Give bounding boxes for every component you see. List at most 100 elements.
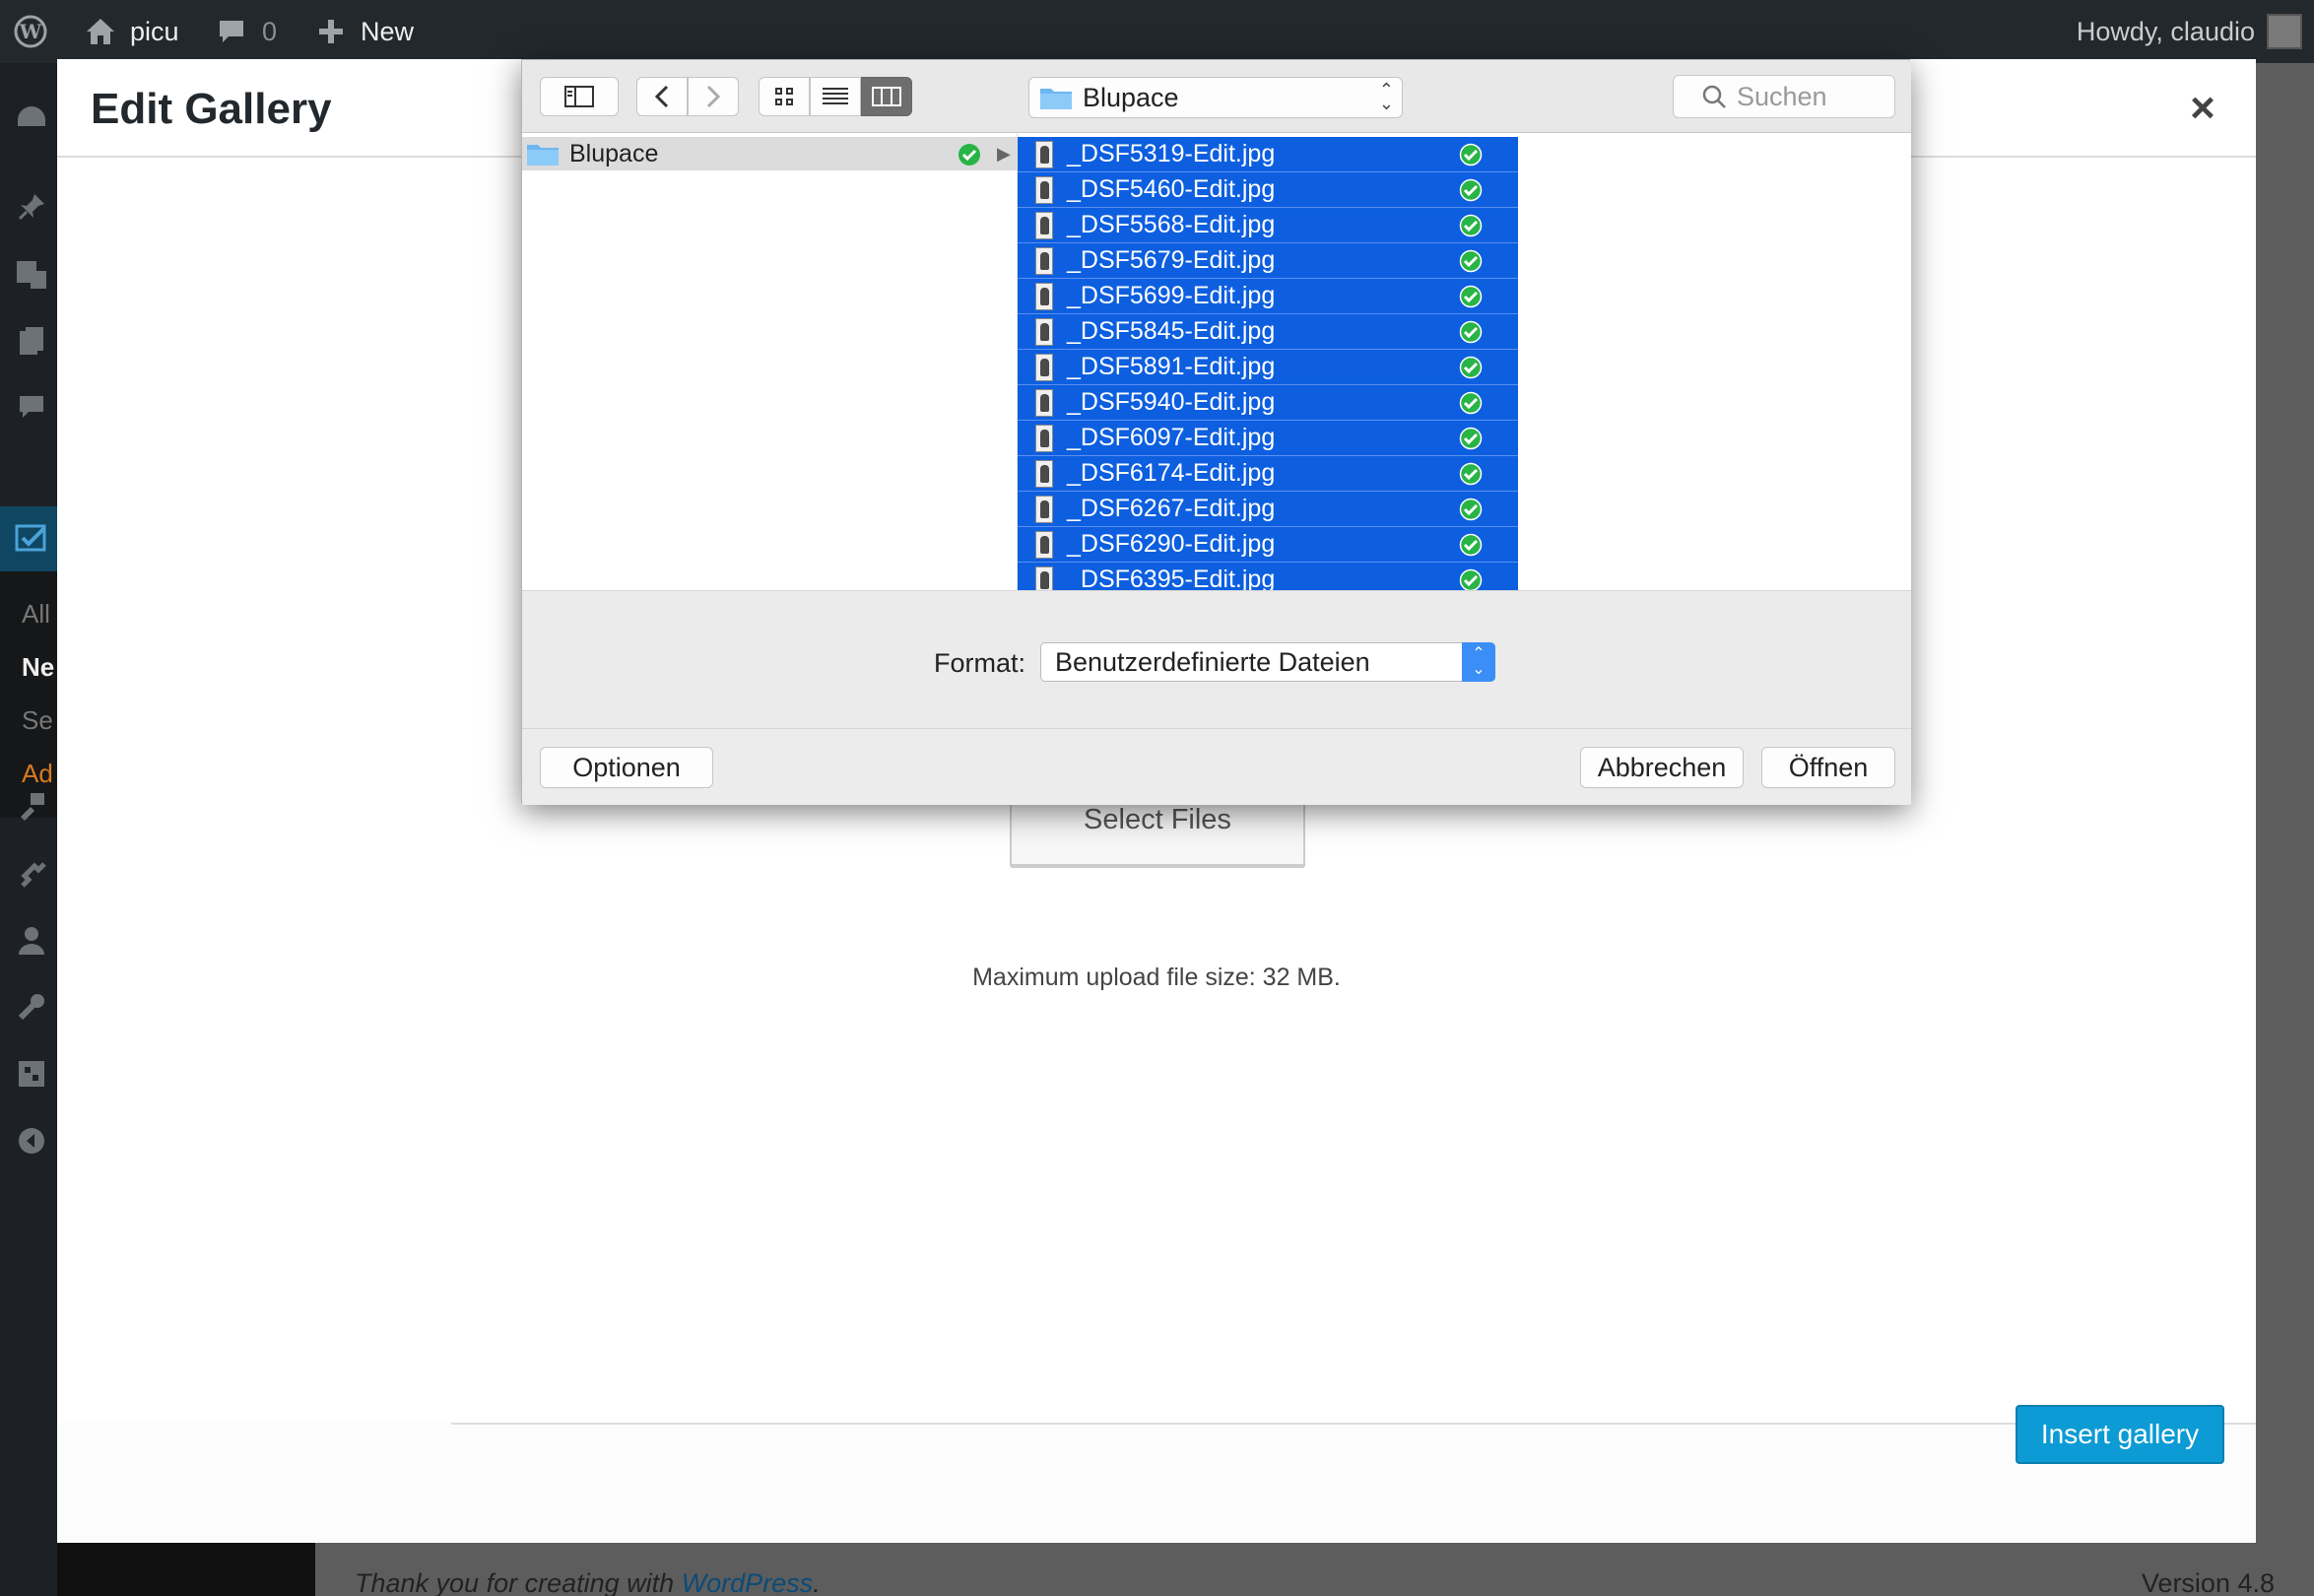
modal-toolbar-left <box>57 1423 451 1543</box>
sync-check-icon <box>1459 391 1483 415</box>
modal-title: Edit Gallery <box>91 85 332 133</box>
dialog-toolbar: Blupace ⌃ ⌄ Suchen <box>522 60 1911 133</box>
comments-link[interactable]: 0 <box>217 0 277 63</box>
file-row[interactable]: _DSF6290-Edit.jpg <box>1018 527 1518 563</box>
file-name: _DSF5568-Edit.jpg <box>1067 211 1276 238</box>
tools-icon[interactable] <box>14 989 49 1025</box>
plugins-icon[interactable] <box>14 855 49 891</box>
file-name: _DSF5940-Edit.jpg <box>1067 388 1276 416</box>
format-select[interactable]: Benutzerdefinierte Dateien ⌃ ⌄ <box>1040 642 1495 682</box>
file-row[interactable]: _DSF6267-Edit.jpg <box>1018 492 1518 527</box>
image-thumbnail-icon <box>1035 353 1053 381</box>
cancel-button[interactable]: Abbrechen <box>1580 747 1744 788</box>
submenu-item-new[interactable]: Ne <box>22 652 54 683</box>
posts-pin-icon[interactable] <box>14 189 49 225</box>
max-upload-size: Maximum upload file size: 32 MB. <box>972 964 1341 991</box>
sync-check-icon <box>1459 568 1483 590</box>
close-icon[interactable]: × <box>2183 87 2222 130</box>
insert-gallery-button[interactable]: Insert gallery <box>2016 1405 2224 1464</box>
home-icon <box>87 19 114 44</box>
file-row[interactable]: _DSF5319-Edit.jpg <box>1018 137 1518 172</box>
file-row[interactable]: _DSF5699-Edit.jpg <box>1018 279 1518 314</box>
updown-arrows-icon: ⌃ ⌄ <box>1462 642 1495 682</box>
path-popup[interactable]: Blupace ⌃ ⌄ <box>1028 77 1403 118</box>
chevron-right-icon <box>706 85 721 108</box>
account-menu[interactable]: Howdy, claudio <box>2077 0 2255 63</box>
file-row[interactable]: _DSF5568-Edit.jpg <box>1018 208 1518 243</box>
file-row[interactable]: _DSF5891-Edit.jpg <box>1018 350 1518 385</box>
file-name: _DSF5460-Edit.jpg <box>1067 175 1276 203</box>
image-thumbnail-icon <box>1035 246 1053 275</box>
file-name: _DSF6267-Edit.jpg <box>1067 495 1276 522</box>
collapse-menu-icon[interactable] <box>14 1123 49 1159</box>
file-name: _DSF5845-Edit.jpg <box>1067 317 1276 345</box>
site-name: picu <box>130 16 179 46</box>
open-button[interactable]: Öffnen <box>1761 747 1895 788</box>
folder-row-blupace[interactable]: Blupace ▶ <box>522 137 1017 170</box>
submenu-item-all[interactable]: All <box>22 599 50 630</box>
picu-gallery-icon[interactable] <box>14 520 49 556</box>
users-icon[interactable] <box>14 922 49 958</box>
folder-icon <box>1040 89 1072 109</box>
image-thumbnail-icon <box>1035 317 1053 346</box>
image-thumbnail-icon <box>1035 140 1053 168</box>
dashboard-icon[interactable] <box>14 99 49 134</box>
file-name: _DSF5319-Edit.jpg <box>1067 140 1276 167</box>
sync-check-icon <box>1459 320 1483 344</box>
forward-button[interactable] <box>688 77 739 116</box>
admin-side-menu: All Ne Se Ad <box>0 63 57 1596</box>
file-name: _DSF6290-Edit.jpg <box>1067 530 1276 558</box>
pages-icon[interactable] <box>14 323 49 359</box>
sync-check-icon <box>1459 249 1483 273</box>
file-row[interactable]: _DSF6395-Edit.jpg <box>1018 563 1518 590</box>
file-name: _DSF6097-Edit.jpg <box>1067 424 1276 451</box>
avatar[interactable] <box>2267 14 2302 49</box>
options-button[interactable]: Optionen <box>540 747 713 788</box>
column-view-button[interactable] <box>861 77 912 116</box>
file-name: _DSF6395-Edit.jpg <box>1067 565 1276 590</box>
admin-bar: W picu 0 New Howdy, claudio <box>0 0 2314 63</box>
search-placeholder: Suchen <box>1737 81 1827 111</box>
appearance-icon[interactable] <box>14 788 49 824</box>
settings-grid-icon[interactable] <box>14 1056 49 1092</box>
svg-text:W: W <box>19 20 42 43</box>
sync-check-icon <box>959 144 980 166</box>
sidebar-toggle-button[interactable] <box>540 77 619 116</box>
file-row[interactable]: _DSF5845-Edit.jpg <box>1018 314 1518 350</box>
search-icon <box>1702 85 1726 108</box>
comments-menu-icon[interactable] <box>14 390 49 426</box>
submenu-item-addons[interactable]: Ad <box>22 759 53 789</box>
format-area: Format: Benutzerdefinierte Dateien ⌃ ⌄ <box>522 590 1911 728</box>
sync-check-icon <box>1459 498 1483 521</box>
file-row[interactable]: _DSF5940-Edit.jpg <box>1018 385 1518 421</box>
sync-check-icon <box>1459 462 1483 486</box>
file-row[interactable]: _DSF5679-Edit.jpg <box>1018 243 1518 279</box>
site-name-link[interactable]: picu <box>85 0 179 63</box>
submenu: All Ne Se Ad <box>0 571 57 818</box>
file-row[interactable]: _DSF6174-Edit.jpg <box>1018 456 1518 492</box>
file-row[interactable]: _DSF6097-Edit.jpg <box>1018 421 1518 456</box>
submenu-item-settings[interactable]: Se <box>22 705 53 736</box>
media-icon[interactable] <box>14 256 49 292</box>
file-row[interactable]: _DSF5460-Edit.jpg <box>1018 172 1518 208</box>
updown-arrows-icon: ⌃ ⌄ <box>1378 80 1394 113</box>
sync-check-icon <box>1459 427 1483 450</box>
search-field[interactable]: Suchen <box>1673 75 1895 118</box>
wordpress-link[interactable]: WordPress <box>682 1568 814 1596</box>
list-icon <box>823 88 848 104</box>
modal-toolbar <box>451 1423 2256 1543</box>
folder-name: Blupace <box>569 139 659 167</box>
new-content-link[interactable]: New <box>317 0 414 63</box>
file-name: _DSF5891-Edit.jpg <box>1067 353 1276 380</box>
image-thumbnail-icon <box>1035 175 1053 204</box>
file-open-dialog: Blupace ⌃ ⌄ Suchen Blupace ▶ _DSF5319-Edi… <box>521 59 1911 805</box>
format-value: Benutzerdefinierte Dateien <box>1055 646 1370 677</box>
back-button[interactable] <box>636 77 688 116</box>
list-view-button[interactable] <box>810 77 861 116</box>
image-thumbnail-icon <box>1035 211 1053 239</box>
plus-icon <box>319 20 343 43</box>
wordpress-logo-icon[interactable]: W <box>14 0 47 63</box>
icon-view-button[interactable] <box>759 77 810 116</box>
column-browser: Blupace ▶ _DSF5319-Edit.jpg _DSF5460-Edit… <box>522 133 1911 590</box>
image-thumbnail-icon <box>1035 530 1053 559</box>
